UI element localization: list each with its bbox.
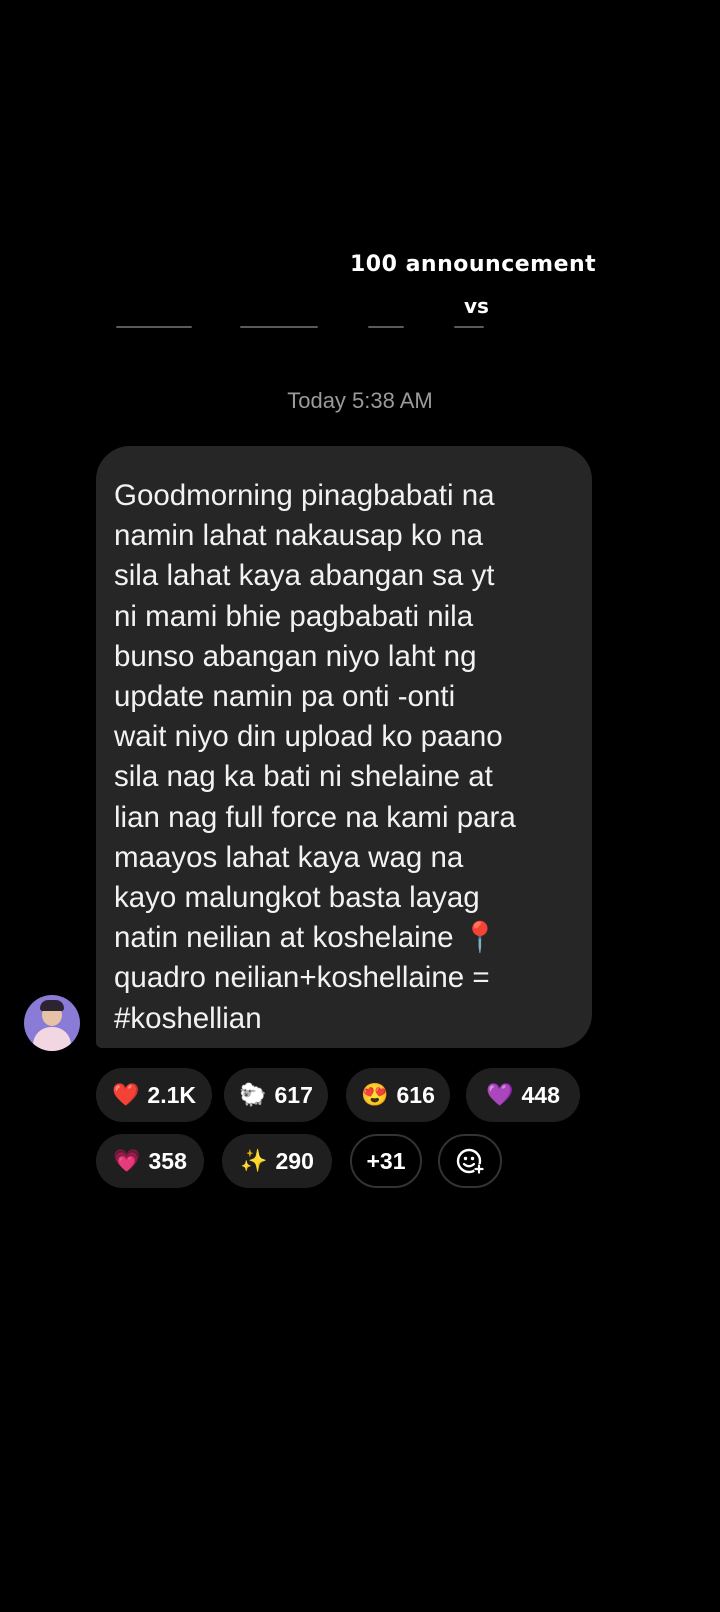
message-timestamp: Today 5:38 AM bbox=[0, 388, 720, 414]
avatar-shirt bbox=[33, 1027, 71, 1051]
reaction-count: 358 bbox=[148, 1147, 187, 1174]
overlay-subtitle: vs bbox=[464, 294, 489, 318]
timestamp-text: Today 5:38 AM bbox=[287, 388, 433, 413]
add-reaction-icon bbox=[456, 1148, 484, 1174]
reaction-pill[interactable]: 😍 616 bbox=[346, 1068, 450, 1122]
avatar[interactable] bbox=[24, 995, 80, 1051]
reaction-count: 616 bbox=[396, 1081, 435, 1108]
divider bbox=[240, 326, 318, 328]
reaction-pill[interactable]: 🐑 617 bbox=[224, 1068, 328, 1122]
reaction-pill[interactable]: 💜 448 bbox=[466, 1068, 580, 1122]
avatar-hair bbox=[40, 1000, 64, 1011]
purple-heart-icon: 💜 bbox=[486, 1082, 514, 1107]
divider bbox=[116, 326, 192, 328]
reaction-pill[interactable]: 💗 358 bbox=[96, 1134, 204, 1188]
heart-eyes-icon: 😍 bbox=[361, 1082, 389, 1107]
reaction-count: 448 bbox=[521, 1081, 560, 1108]
divider bbox=[454, 326, 484, 328]
reaction-count: 2.1K bbox=[147, 1081, 196, 1108]
reaction-count: 290 bbox=[275, 1147, 314, 1174]
reaction-count: 617 bbox=[274, 1081, 313, 1108]
reaction-pill[interactable]: ✨ 290 bbox=[222, 1134, 332, 1188]
reaction-pill[interactable]: ❤️ 2.1K bbox=[96, 1068, 212, 1122]
message-text: Goodmorning pinagbabati na namin lahat n… bbox=[114, 479, 516, 1035]
sheep-icon: 🐑 bbox=[239, 1082, 267, 1107]
more-reactions-button[interactable]: +31 bbox=[350, 1134, 422, 1188]
message-bubble[interactable]: Goodmorning pinagbabati na namin lahat n… bbox=[96, 446, 592, 1048]
divider bbox=[368, 326, 404, 328]
red-heart-icon: ❤️ bbox=[112, 1082, 140, 1107]
more-reactions-count: +31 bbox=[366, 1147, 406, 1174]
add-reaction-button[interactable] bbox=[438, 1134, 502, 1188]
overlay-title: 100 announcement bbox=[350, 252, 597, 277]
sparkles-icon: ✨ bbox=[240, 1148, 268, 1173]
growing-heart-icon: 💗 bbox=[113, 1148, 141, 1173]
